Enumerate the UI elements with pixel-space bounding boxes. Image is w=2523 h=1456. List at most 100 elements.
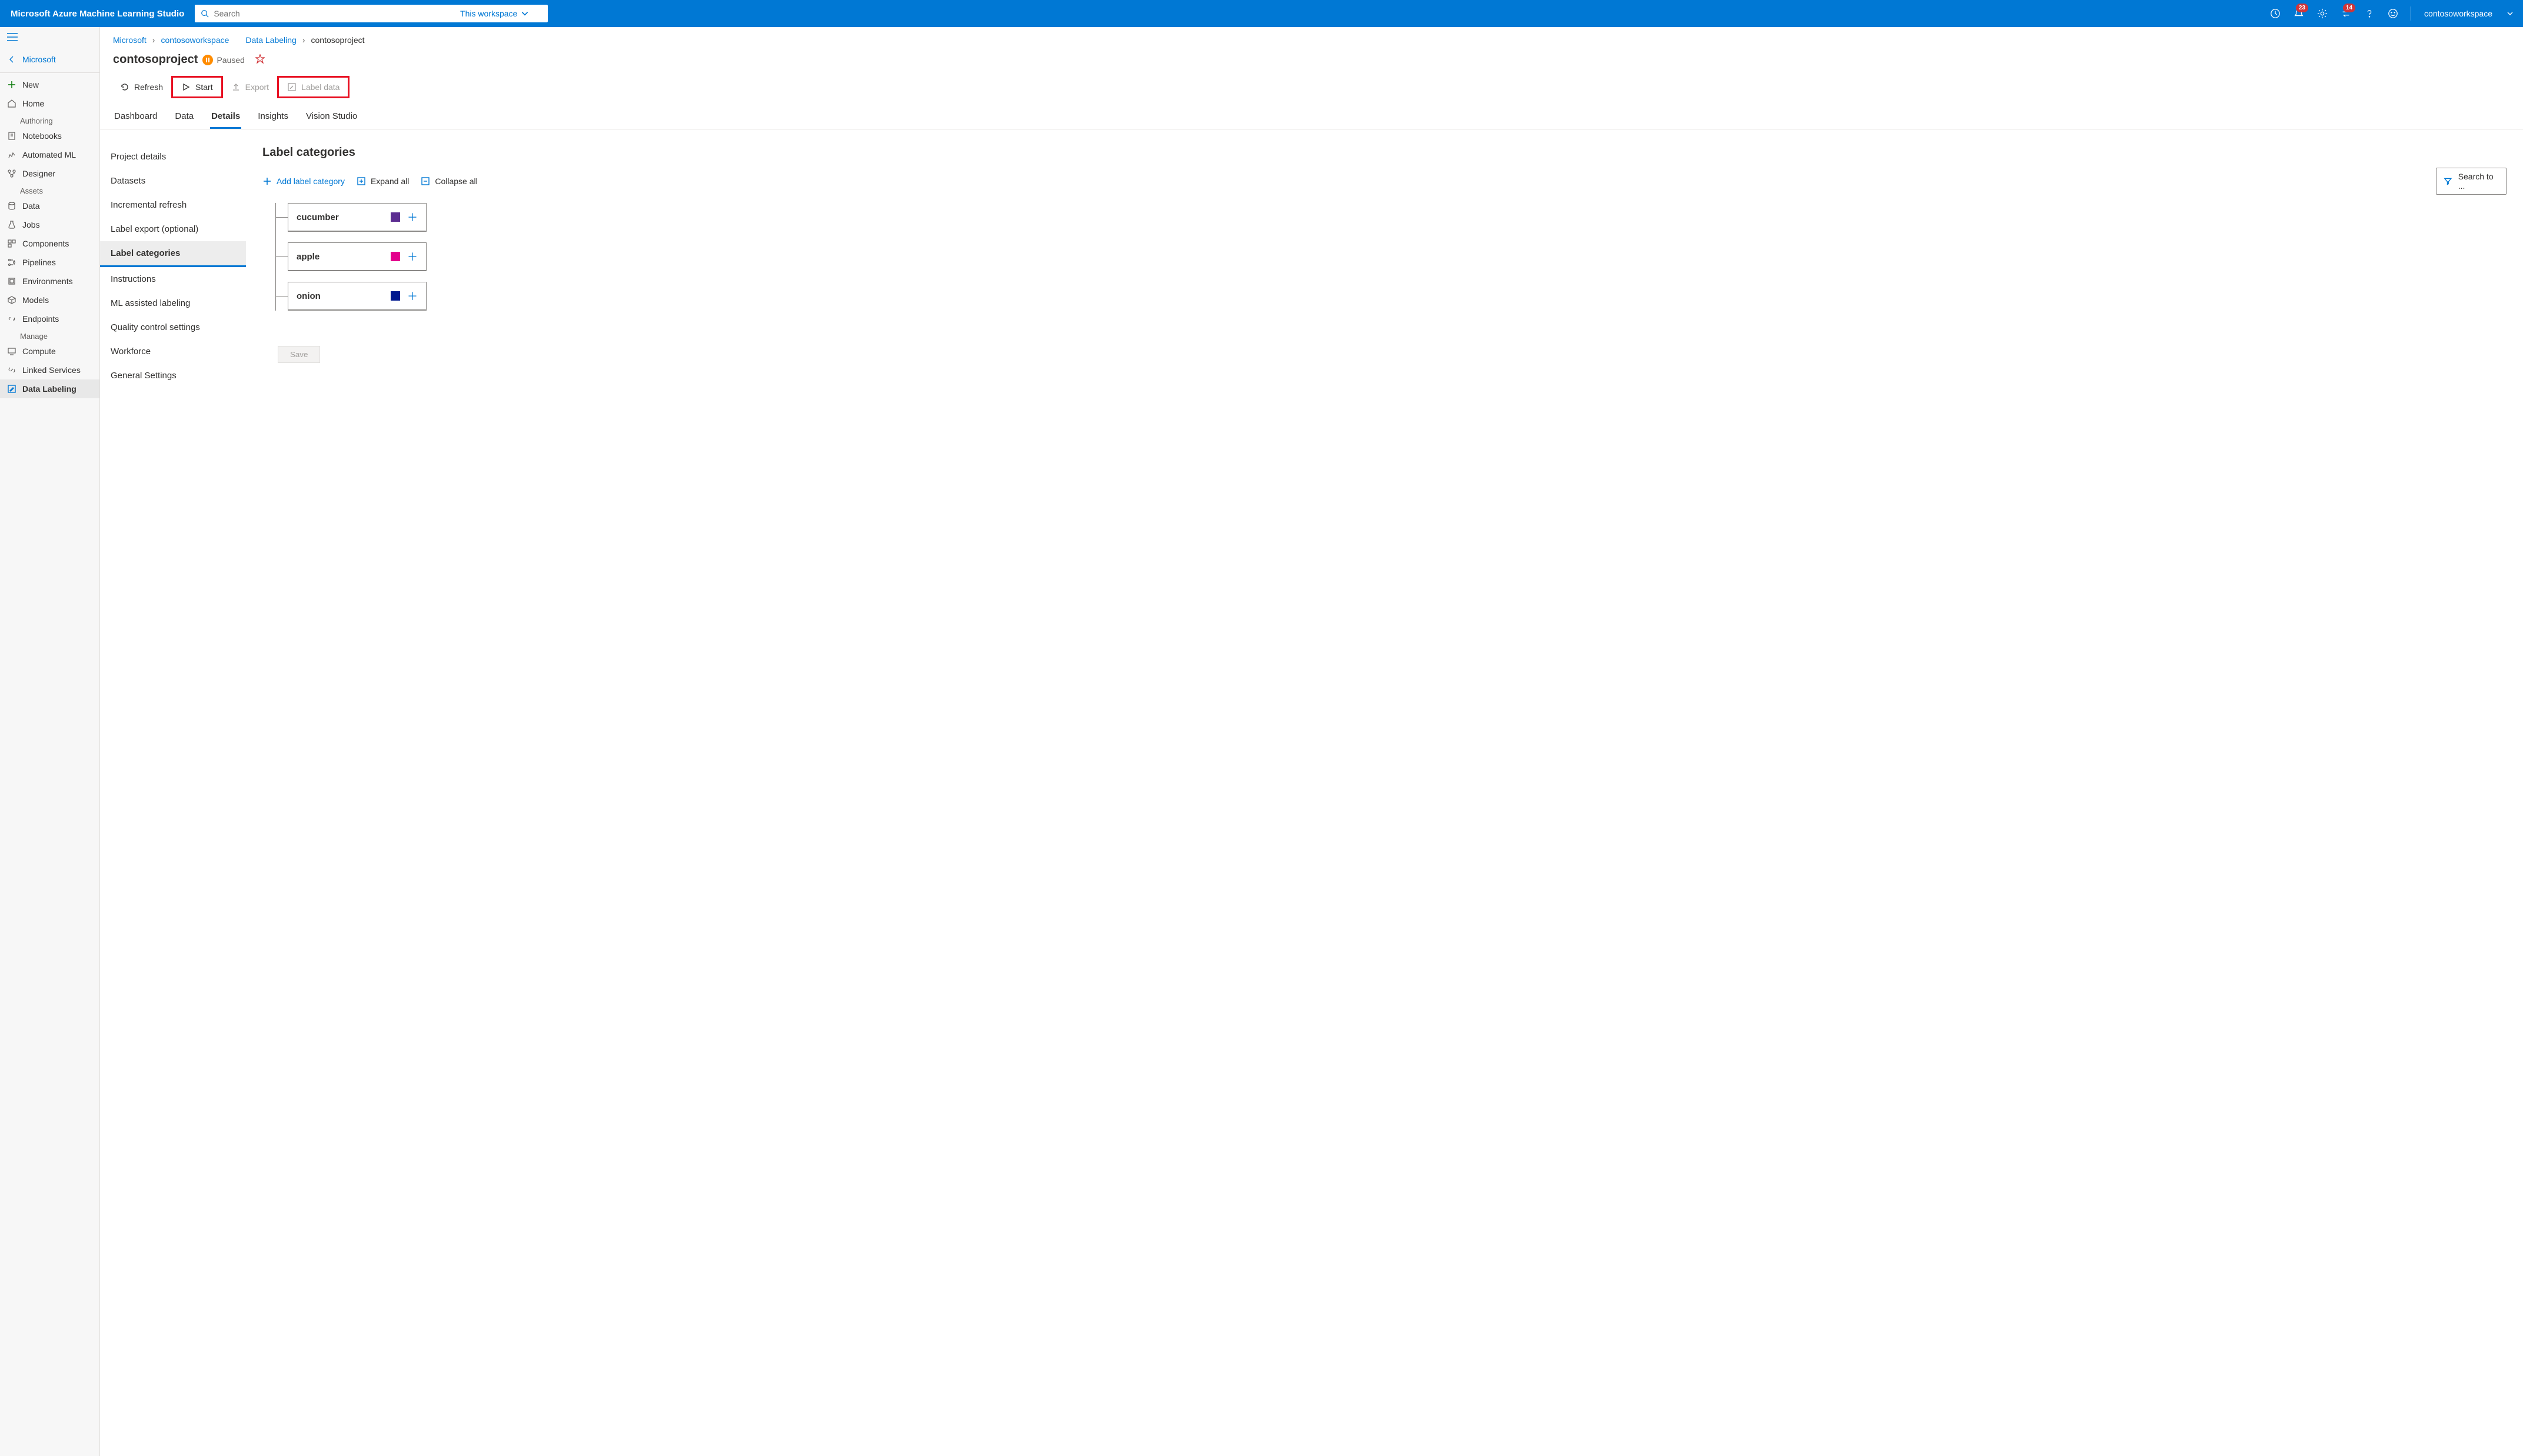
refresh-button[interactable]: Refresh [113,79,170,95]
breadcrumb-root[interactable]: Microsoft [113,35,147,45]
back-link[interactable]: Microsoft [0,49,99,70]
smiley-icon [2388,8,2398,19]
expand-all-button[interactable]: Expand all [357,176,409,186]
nav-jobs[interactable]: Jobs [0,215,99,234]
label-categories-panel: Label categories Add label category Expa… [246,140,2523,392]
subnav-ml-assisted[interactable]: ML assisted labeling [100,291,246,315]
subnav-datasets[interactable]: Datasets [100,169,246,193]
actions-toolbar: Refresh Start Export Label data [100,74,2523,104]
linked-icon [7,365,16,375]
notebook-icon [7,131,16,141]
nav-compute[interactable]: Compute [0,342,99,361]
details-body: Project details Datasets Incremental ref… [100,129,2523,392]
environments-icon [7,276,16,286]
highlight-label-data: Label data [277,76,350,98]
breadcrumb-workspace[interactable]: contosoworkspace [161,35,229,45]
add-child-button[interactable]: ＋ [407,249,418,264]
pipelines-icon [7,258,16,267]
nav-new[interactable]: New [0,75,99,94]
nav-data-labeling[interactable]: Data Labeling [0,379,99,398]
global-search[interactable]: This workspace [195,5,548,22]
brand: Microsoft Azure Machine Learning Studio [0,9,195,19]
components-icon [7,239,16,248]
left-sidebar: Microsoft New Home Authoring Notebooks A… [0,27,100,1456]
breadcrumb-section[interactable]: Data Labeling [245,35,296,45]
tab-insights[interactable]: Insights [257,108,289,129]
subnav-label-export[interactable]: Label export (optional) [100,217,246,241]
section-assets: Assets [0,183,99,196]
directories-button[interactable]: 14 [2334,0,2358,27]
subnav-workforce[interactable]: Workforce [100,339,246,364]
help-button[interactable] [2358,0,2381,27]
collapse-icon [421,176,430,186]
nav-components[interactable]: Components [0,234,99,253]
tab-data[interactable]: Data [174,108,195,129]
back-arrow-icon [7,55,16,64]
directories-badge: 14 [2343,4,2355,12]
plus-icon [7,80,16,89]
highlight-start: Start [171,76,223,98]
start-button[interactable]: Start [174,79,220,95]
label-search[interactable]: Search to ... [2436,168,2507,195]
notifications-button[interactable]: 23 [2287,0,2311,27]
export-button: Export [224,79,276,95]
nav-pipelines[interactable]: Pipelines [0,253,99,272]
label-card[interactable]: onion ＋ [288,282,427,311]
feedback-button[interactable] [2381,0,2405,27]
favorite-button[interactable] [255,54,265,65]
topbar-icons: 23 14 contosoworkspace [2264,0,2523,27]
nav-models[interactable]: Models [0,291,99,309]
label-row: apple ＋ [276,242,2507,271]
settings-button[interactable] [2311,0,2334,27]
tree-connector [276,256,288,257]
nav-environments[interactable]: Environments [0,272,99,291]
chevron-down-icon [2507,10,2514,17]
add-label-category-button[interactable]: Add label category [262,176,345,186]
search-scope[interactable]: This workspace [452,9,542,18]
add-child-button[interactable]: ＋ [407,209,418,225]
search-icon [201,9,209,18]
tab-vision-studio[interactable]: Vision Studio [305,108,358,129]
label-name: onion [297,291,321,301]
workspace-picker[interactable]: contosoworkspace [2417,9,2521,18]
subnav-label-categories[interactable]: Label categories [100,241,246,267]
star-icon [255,54,265,64]
nav-automl[interactable]: Automated ML [0,145,99,164]
tab-dashboard[interactable]: Dashboard [113,108,158,129]
save-button: Save [278,346,320,363]
search-input[interactable] [214,9,452,18]
breadcrumb-current: contosoproject [311,35,365,45]
subnav-quality-control[interactable]: Quality control settings [100,315,246,339]
top-bar: Microsoft Azure Machine Learning Studio … [0,0,2523,27]
play-icon [181,82,191,92]
label-name: apple [297,252,319,262]
subnav-incremental-refresh[interactable]: Incremental refresh [100,193,246,217]
search-wrap: This workspace [195,5,2264,22]
recent-button[interactable] [2264,0,2287,27]
breadcrumb-sep: › [302,35,305,45]
nav-notebooks[interactable]: Notebooks [0,126,99,145]
nav-endpoints[interactable]: Endpoints [0,309,99,328]
collapse-all-button[interactable]: Collapse all [421,176,477,186]
hamburger-button[interactable] [0,27,99,49]
section-authoring: Authoring [0,113,99,126]
designer-icon [7,169,16,178]
nav-linked-services[interactable]: Linked Services [0,361,99,379]
subnav-general-settings[interactable]: General Settings [100,364,246,388]
breadcrumb-sep: › [152,35,155,45]
layout: Microsoft New Home Authoring Notebooks A… [0,27,2523,1456]
add-child-button[interactable]: ＋ [407,288,418,304]
home-icon [7,99,16,108]
data-icon [7,201,16,211]
tab-details[interactable]: Details [210,108,241,129]
hamburger-icon [7,33,18,41]
nav-home[interactable]: Home [0,94,99,113]
subnav-project-details[interactable]: Project details [100,145,246,169]
label-card[interactable]: cucumber ＋ [288,203,427,232]
nav-data[interactable]: Data [0,196,99,215]
subnav-instructions[interactable]: Instructions [100,267,246,291]
label-name: cucumber [297,212,339,222]
label-card[interactable]: apple ＋ [288,242,427,271]
tree-connector [276,217,288,218]
nav-designer[interactable]: Designer [0,164,99,183]
